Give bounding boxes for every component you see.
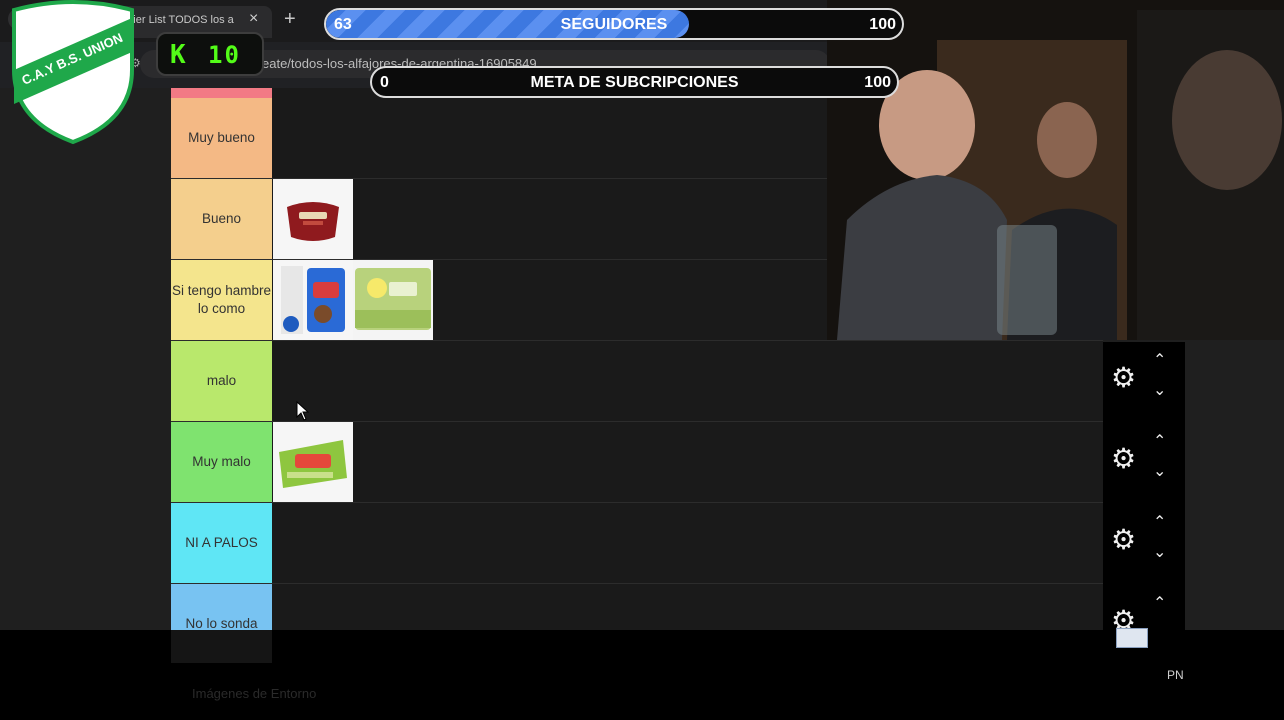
kick-viewer-badge: K 10 xyxy=(156,32,264,76)
club-shield-logo: C.A.Y B.S. UNION xyxy=(12,0,134,145)
tier-row-malo: malo xyxy=(171,341,1103,422)
followers-title: SEGUIDORES xyxy=(560,16,668,33)
alfajor-red-wrapper-image xyxy=(273,179,353,259)
chevron-up-icon[interactable]: ⌃ xyxy=(1153,431,1166,451)
tier-label[interactable]: Muy bueno xyxy=(171,98,272,178)
followers-goal: 100 xyxy=(869,16,896,33)
followers-goal-bar: 63 SEGUIDORES 100 xyxy=(324,8,904,40)
taskbar-thumbnail-icon xyxy=(1116,628,1148,648)
subs-title: META DE SUBCRIPCIONES xyxy=(530,74,739,91)
tier-controls-panel: ⚙ ⌃ ⌄ ⚙ ⌃ ⌄ ⚙ ⌃ ⌄ ⚙ ⌃ xyxy=(1103,342,1185,635)
tier-control: ⚙ ⌃ ⌄ xyxy=(1103,423,1185,503)
gear-icon[interactable]: ⚙ xyxy=(1111,526,1139,554)
subs-goal-bar: 0 META DE SUBCRIPCIONES 100 xyxy=(370,66,899,98)
alfajor-item[interactable] xyxy=(353,260,433,340)
alfajor-item[interactable] xyxy=(273,179,353,259)
tier-label[interactable]: Bueno xyxy=(171,179,272,259)
subs-goal: 100 xyxy=(864,74,891,91)
chevron-up-icon[interactable]: ⌃ xyxy=(1153,512,1166,532)
alfajor-green-wrapper-image xyxy=(273,422,353,502)
section-heading: Imágenes de Entorno xyxy=(192,686,317,701)
tier-label[interactable]: Si tengo hambre lo como xyxy=(171,260,272,340)
tier-row-ni-a-palos: NI A PALOS xyxy=(171,503,1103,584)
chevron-down-icon[interactable]: ⌄ xyxy=(1153,380,1166,400)
pn-label: PN xyxy=(1167,668,1184,682)
tier-control: ⚙ ⌃ ⌄ xyxy=(1103,504,1185,584)
gear-icon[interactable]: ⚙ xyxy=(1111,364,1139,392)
tier-label[interactable]: NI A PALOS xyxy=(171,503,272,583)
tier-control: ⚙ ⌃ ⌄ xyxy=(1103,342,1185,422)
alfajor-item[interactable] xyxy=(273,422,353,502)
tier-label[interactable]: Muy malo xyxy=(171,422,272,502)
new-tab-button[interactable]: + xyxy=(284,8,296,31)
gear-icon[interactable]: ⚙ xyxy=(1111,445,1139,473)
alfajor-blue-pack-image xyxy=(273,260,353,340)
webcam-feed xyxy=(827,0,1284,340)
tier-row-muy-malo: Muy malo xyxy=(171,422,1103,503)
chevron-down-icon[interactable]: ⌄ xyxy=(1153,461,1166,481)
chevron-up-icon[interactable]: ⌃ xyxy=(1153,350,1166,370)
viewer-count: 10 xyxy=(208,41,241,69)
tier-board-bottom xyxy=(171,630,272,663)
chevron-down-icon[interactable]: ⌄ xyxy=(1153,542,1166,562)
tier-label[interactable]: malo xyxy=(171,341,272,421)
tab-close-icon[interactable]: × xyxy=(249,10,258,28)
webcam-image xyxy=(827,0,1284,340)
alfajor-item[interactable] xyxy=(273,260,353,340)
kick-logo-icon: K xyxy=(170,40,186,70)
mouse-cursor-icon xyxy=(296,401,310,421)
chevron-up-icon[interactable]: ⌃ xyxy=(1153,593,1166,613)
alfajor-green-pack-image xyxy=(353,260,433,340)
tier-strip-top xyxy=(171,88,272,98)
